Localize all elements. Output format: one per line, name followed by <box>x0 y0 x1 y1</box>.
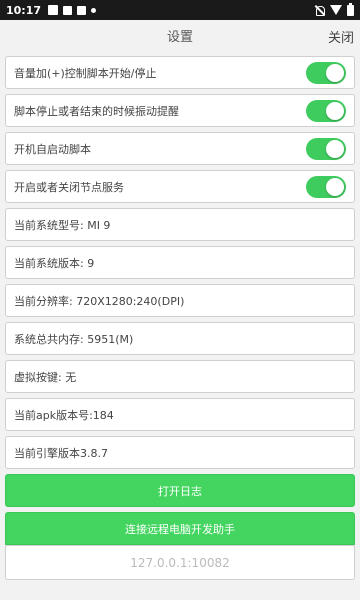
switch-knob <box>326 177 344 196</box>
info-row-model: 当前系统型号: MI 9 <box>5 208 355 241</box>
toggle-label: 脚本停止或者结束的时候振动提醒 <box>14 104 179 118</box>
close-button[interactable]: 关闭 <box>328 27 354 46</box>
toggle-label: 开启或者关闭节点服务 <box>14 180 124 194</box>
info-row-apk-version: 当前apk版本号:184 <box>5 398 355 431</box>
toggle-row-volume-control[interactable]: 音量加(+)控制脚本开始/停止 <box>5 56 355 89</box>
toggle-label: 音量加(+)控制脚本开始/停止 <box>14 66 157 80</box>
switch-knob <box>326 139 344 158</box>
toggle-row-node-service[interactable]: 开启或者关闭节点服务 <box>5 170 355 203</box>
header: 设置 关闭 <box>0 20 360 50</box>
mail-icon <box>48 5 59 15</box>
switch-knob <box>326 101 344 120</box>
info-text: 当前系统型号: MI 9 <box>14 218 111 232</box>
info-row-resolution: 当前分辨率: 720X1280:240(DPI) <box>5 284 355 317</box>
info-row-memory: 系统总共内存: 5951(M) <box>5 322 355 355</box>
battery-icon <box>347 2 354 16</box>
info-row-engine-version: 当前引擎版本3.8.7 <box>5 436 355 469</box>
remote-address-field[interactable] <box>5 545 355 580</box>
volume-control-switch[interactable] <box>306 61 346 84</box>
info-text: 虚拟按键: 无 <box>14 370 77 384</box>
info-text: 当前apk版本号:184 <box>14 408 114 422</box>
status-time: 10:17 <box>6 3 42 17</box>
switch-knob <box>326 63 344 82</box>
node-service-switch[interactable] <box>306 175 346 198</box>
info-row-virtual-keys: 虚拟按键: 无 <box>5 360 355 393</box>
info-text: 当前分辨率: 720X1280:240(DPI) <box>14 294 185 308</box>
settings-list: 音量加(+)控制脚本开始/停止 脚本停止或者结束的时候振动提醒 开机自启动脚本 … <box>0 56 360 580</box>
download-icon <box>77 5 87 15</box>
wifi-icon <box>330 5 342 15</box>
toggle-row-autostart[interactable]: 开机自启动脚本 <box>5 132 355 165</box>
connect-remote-button[interactable]: 连接远程电脑开发助手 <box>5 512 355 545</box>
info-text: 当前系统版本: 9 <box>14 256 95 270</box>
remote-address-input[interactable] <box>6 555 354 570</box>
dot-icon <box>91 7 97 13</box>
status-bar: 10:17 <box>0 0 360 20</box>
vibrate-switch[interactable] <box>306 99 346 122</box>
info-text: 当前引擎版本3.8.7 <box>14 446 108 460</box>
image-icon <box>63 5 73 15</box>
toggle-row-vibrate[interactable]: 脚本停止或者结束的时候振动提醒 <box>5 94 355 127</box>
autostart-switch[interactable] <box>306 137 346 160</box>
toggle-label: 开机自启动脚本 <box>14 142 91 156</box>
open-log-button[interactable]: 打开日志 <box>5 474 355 507</box>
mute-icon <box>314 5 325 16</box>
page-title: 设置 <box>166 29 193 45</box>
remote-connect-group: 连接远程电脑开发助手 <box>5 512 355 580</box>
info-row-os-version: 当前系统版本: 9 <box>5 246 355 279</box>
info-text: 系统总共内存: 5951(M) <box>14 332 134 346</box>
